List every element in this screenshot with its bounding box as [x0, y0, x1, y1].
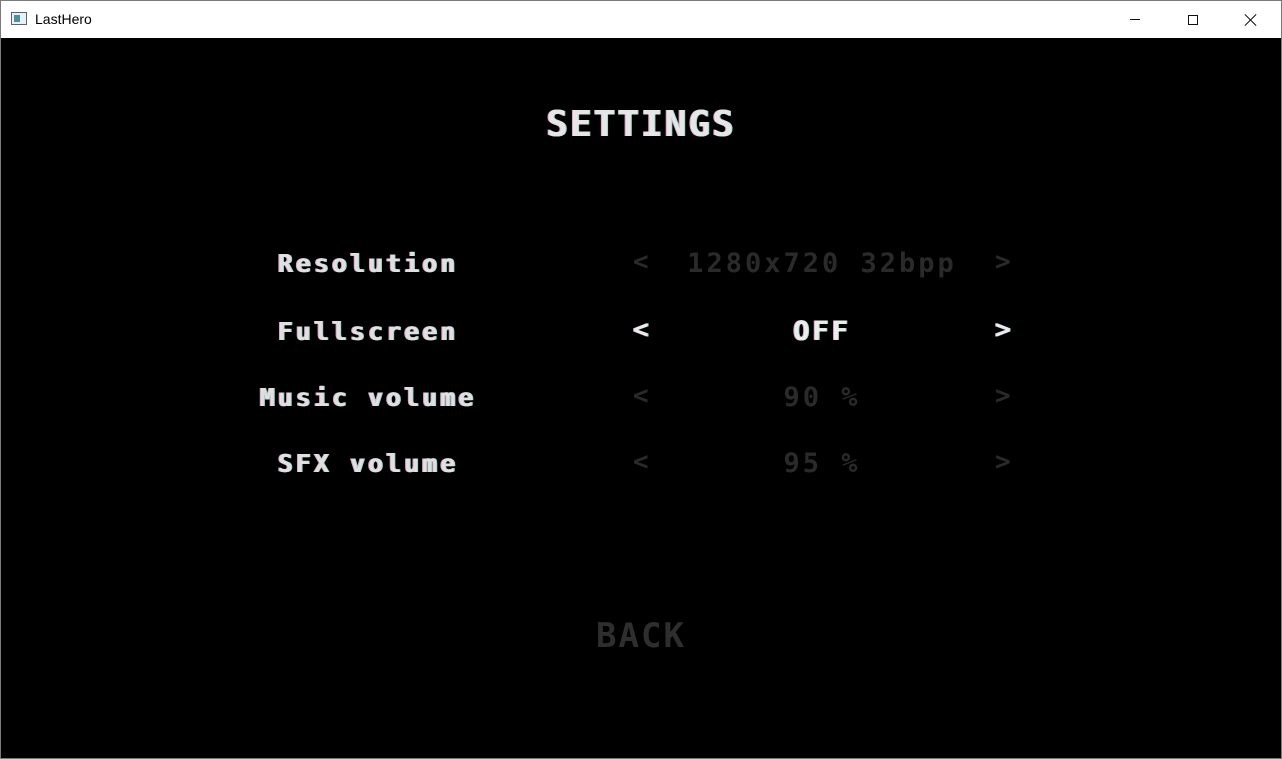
setting-label-resolution: Resolution	[277, 249, 459, 278]
resolution-prev-arrow-icon[interactable]: <	[633, 247, 649, 277]
app-icon	[11, 12, 27, 25]
maximize-button[interactable]	[1164, 1, 1222, 38]
setting-label-sfx-volume: SFX volume	[277, 449, 459, 478]
music-volume-value: 90 %	[783, 382, 861, 413]
fullscreen-next-arrow-icon[interactable]: >	[995, 315, 1011, 345]
sfx-volume-prev-arrow-icon[interactable]: <	[633, 447, 649, 477]
resolution-value: 1280x720 32bpp	[687, 248, 957, 279]
resolution-next-arrow-icon[interactable]: >	[995, 247, 1011, 277]
setting-row-sfx-volume[interactable]: SFX volume < 95 % >	[1, 443, 1281, 483]
maximize-icon	[1188, 14, 1198, 25]
back-button[interactable]: BACK	[1, 616, 1281, 656]
setting-label-fullscreen: Fullscreen	[277, 317, 459, 346]
music-volume-prev-arrow-icon[interactable]: <	[633, 381, 649, 411]
title-bar[interactable]: LastHero	[1, 1, 1281, 38]
setting-row-resolution[interactable]: Resolution < 1280x720 32bpp >	[1, 243, 1281, 283]
close-icon	[1244, 13, 1258, 27]
setting-row-music-volume[interactable]: Music volume < 90 % >	[1, 377, 1281, 417]
fullscreen-value: OFF	[793, 316, 851, 347]
minimize-button[interactable]	[1106, 1, 1164, 38]
window-title: LastHero	[35, 11, 92, 27]
settings-heading: SETTINGS	[546, 104, 736, 145]
setting-label-music-volume: Music volume	[259, 383, 477, 412]
music-volume-next-arrow-icon[interactable]: >	[995, 381, 1011, 411]
sfx-volume-value: 95 %	[783, 448, 861, 479]
setting-row-fullscreen[interactable]: Fullscreen < OFF >	[1, 311, 1281, 351]
game-window: LastHero SETTINGS Resolution < 1280x720 …	[0, 0, 1282, 759]
settings-screen: SETTINGS Resolution < 1280x720 32bpp > F…	[1, 38, 1281, 758]
fullscreen-prev-arrow-icon[interactable]: <	[633, 315, 649, 345]
close-button[interactable]	[1222, 1, 1280, 38]
minimize-icon	[1130, 19, 1140, 20]
sfx-volume-next-arrow-icon[interactable]: >	[995, 447, 1011, 477]
